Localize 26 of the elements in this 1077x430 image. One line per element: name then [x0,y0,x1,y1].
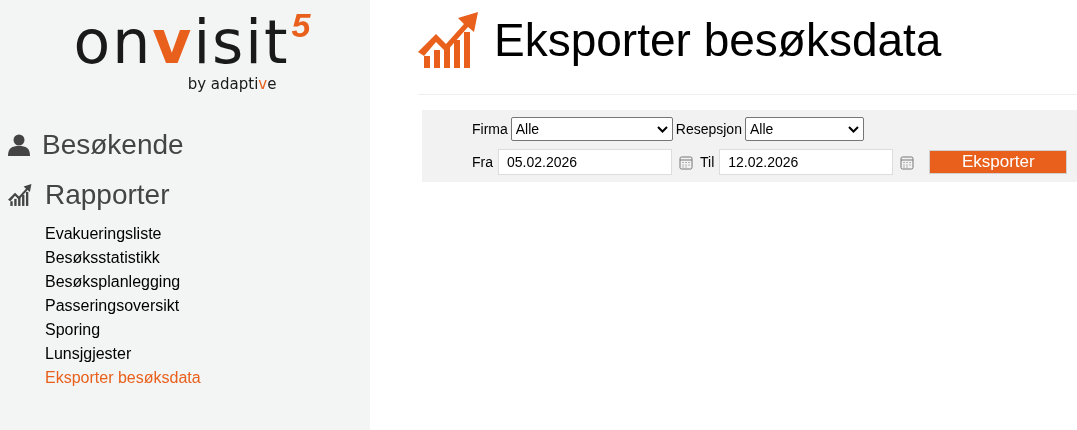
nav-link[interactable]: Besøksstatistikk [45,246,370,270]
field-label: Firma [472,119,508,139]
nav-link[interactable]: Evakueringsliste [45,222,370,246]
nav-link[interactable]: Passeringsoversikt [45,294,370,318]
logo-tagline: by adaptive [187,76,277,92]
field-label: Fra [472,152,493,172]
date-field[interactable]: 05.02.2026 [498,149,672,175]
field-label: Til [700,152,715,172]
nav-link[interactable]: Sporing [45,318,370,342]
page-title: Eksporter besøksdata [494,12,942,68]
person-icon [8,134,30,156]
dropdown[interactable]: Alle [744,117,864,141]
nav-link[interactable]: Besøksplanlegging [45,270,370,294]
caret-icon [656,125,668,133]
field-label: Resepsjon [675,119,742,139]
chart-icon [8,184,33,206]
nav-section[interactable]: Rapporter [0,176,370,214]
logo-version: 5 [291,8,311,42]
dropdown[interactable]: Alle [510,117,673,141]
logo-wordmark: onvisit [73,8,290,76]
calendar-icon[interactable] [679,154,693,170]
date-field[interactable]: 12.02.2026 [719,149,894,175]
caret-icon [847,125,859,133]
nav-link[interactable]: Lunsjgjester [45,342,370,366]
nav-section[interactable]: Besøkende [0,126,370,164]
calendar-icon[interactable] [900,154,915,170]
